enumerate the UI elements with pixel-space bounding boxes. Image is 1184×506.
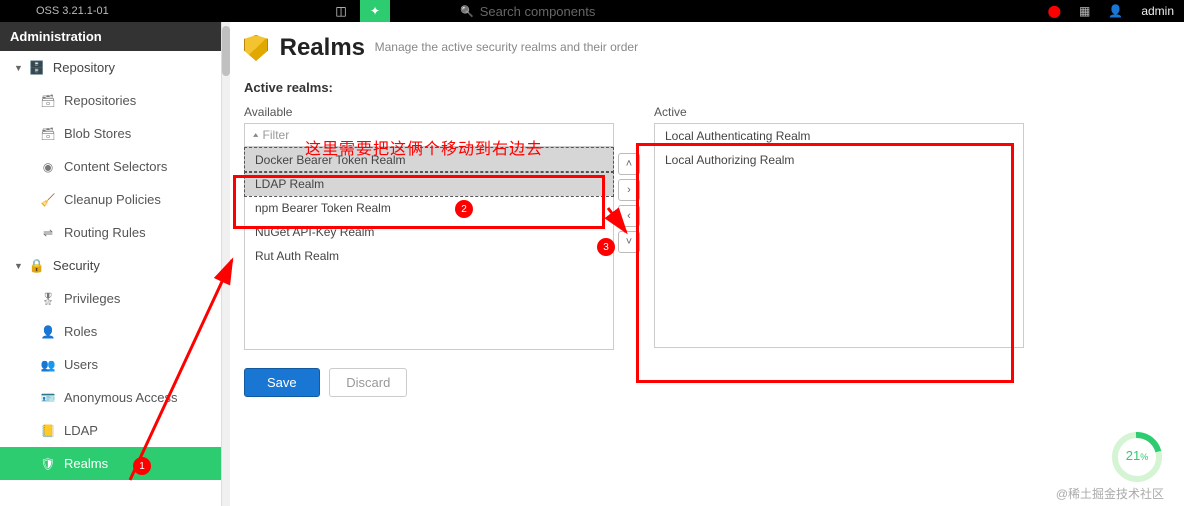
group-label: Repository xyxy=(53,60,115,75)
filter-input[interactable]: Filter xyxy=(244,123,614,147)
brush-icon: 🧹 xyxy=(40,193,56,207)
sidebar-item-roles[interactable]: 👤Roles xyxy=(0,315,221,348)
username[interactable]: admin xyxy=(1141,4,1174,18)
move-left-button[interactable]: ‹ xyxy=(618,205,640,227)
list-item[interactable]: npm Bearer Token Realm xyxy=(245,196,613,220)
list-item[interactable]: LDAP Realm xyxy=(245,172,613,196)
move-down-button[interactable]: ˅ xyxy=(618,231,640,253)
admin-heading: Administration xyxy=(0,22,221,51)
sidebar-item-privileges[interactable]: 🎖Privileges xyxy=(0,282,221,315)
active-list[interactable]: Local Authenticating Realm Local Authori… xyxy=(654,123,1024,348)
shield-icon xyxy=(244,35,268,61)
sidebar-item-blob-stores[interactable]: 🗃Blob Stores xyxy=(0,117,221,150)
badge-icon: 🎖 xyxy=(40,292,56,306)
list-item[interactable]: Local Authorizing Realm xyxy=(655,148,1023,172)
sidebar-item-ldap[interactable]: 📒LDAP xyxy=(0,414,221,447)
move-right-button[interactable]: › xyxy=(618,179,640,201)
route-icon: ⇌ xyxy=(40,226,56,240)
caret-down-icon: ▼ xyxy=(14,63,23,73)
available-label: Available xyxy=(244,105,614,119)
sidebar-item-users[interactable]: 👥Users xyxy=(0,348,221,381)
sidebar-item-realms[interactable]: 🛡 Realms 1 xyxy=(0,447,221,480)
move-up-button[interactable]: ˄ xyxy=(618,153,640,175)
sidebar-item-routing-rules[interactable]: ⇌Routing Rules xyxy=(0,216,221,249)
list-item[interactable]: Docker Bearer Token Realm xyxy=(245,148,613,172)
shield-icon: 🛡 xyxy=(40,457,56,471)
watermark: @稀土掘金技术社区 xyxy=(1056,485,1164,502)
sidebar-item-cleanup-policies[interactable]: 🧹Cleanup Policies xyxy=(0,183,221,216)
sidebar-item-anonymous-access[interactable]: 🪪Anonymous Access xyxy=(0,381,221,414)
page-header: Realms Manage the active security realms… xyxy=(230,22,1184,80)
sidebar-item-content-selectors[interactable]: ◉Content Selectors xyxy=(0,150,221,183)
page-title: Realms xyxy=(280,34,365,61)
sidebar: Administration ▼ 🗄️ Repository 🗃Reposito… xyxy=(0,22,222,506)
annotation-badge-1: 1 xyxy=(133,457,151,475)
version-text: OSS 3.21.1-01 xyxy=(36,5,109,17)
main-content: Realms Manage the active security realms… xyxy=(230,22,1184,506)
grid-icon[interactable]: ▦ xyxy=(1079,4,1090,18)
people-icon: 👥 xyxy=(40,358,56,372)
alert-icon[interactable]: ⬤ xyxy=(1048,4,1061,18)
repo-icon: 🗄️ xyxy=(29,61,45,75)
cube-icon[interactable] xyxy=(330,0,352,22)
list-item[interactable]: Local Authenticating Realm xyxy=(655,124,1023,148)
db-icon: 🗃 xyxy=(40,127,56,141)
page-subtitle: Manage the active security realms and th… xyxy=(375,40,638,54)
list-item[interactable]: Rut Auth Realm xyxy=(245,244,613,268)
list-item[interactable]: NuGet API-Key Realm xyxy=(245,220,613,244)
person-icon: 👤 xyxy=(40,325,56,339)
user-icon[interactable]: 👤 xyxy=(1108,4,1123,18)
available-list[interactable]: Docker Bearer Token Realm LDAP Realm npm… xyxy=(244,147,614,350)
sidebar-scrollbar[interactable] xyxy=(222,22,230,506)
book-icon: 📒 xyxy=(40,424,56,438)
section-label: Active realms: xyxy=(244,80,1170,95)
topbar: OSS 3.21.1-01 Search components ⬤ ▦ 👤 ad… xyxy=(0,0,1184,22)
lock-icon: 🔒 xyxy=(29,259,45,273)
save-button[interactable]: Save xyxy=(244,368,320,397)
tag-icon: ◉ xyxy=(40,160,56,174)
progress-indicator: 21% xyxy=(1112,432,1162,482)
db-icon: 🗃 xyxy=(40,94,56,108)
group-label: Security xyxy=(53,258,100,273)
group-repository[interactable]: ▼ 🗄️ Repository xyxy=(0,51,221,84)
search-input[interactable]: Search components xyxy=(460,4,595,19)
id-icon: 🪪 xyxy=(40,391,56,405)
active-label: Active xyxy=(654,105,1024,119)
sidebar-item-repositories[interactable]: 🗃Repositories xyxy=(0,84,221,117)
caret-down-icon: ▼ xyxy=(14,261,23,271)
settings-icon[interactable] xyxy=(360,0,390,22)
group-security[interactable]: ▼ 🔒 Security xyxy=(0,249,221,282)
discard-button[interactable]: Discard xyxy=(329,368,407,397)
